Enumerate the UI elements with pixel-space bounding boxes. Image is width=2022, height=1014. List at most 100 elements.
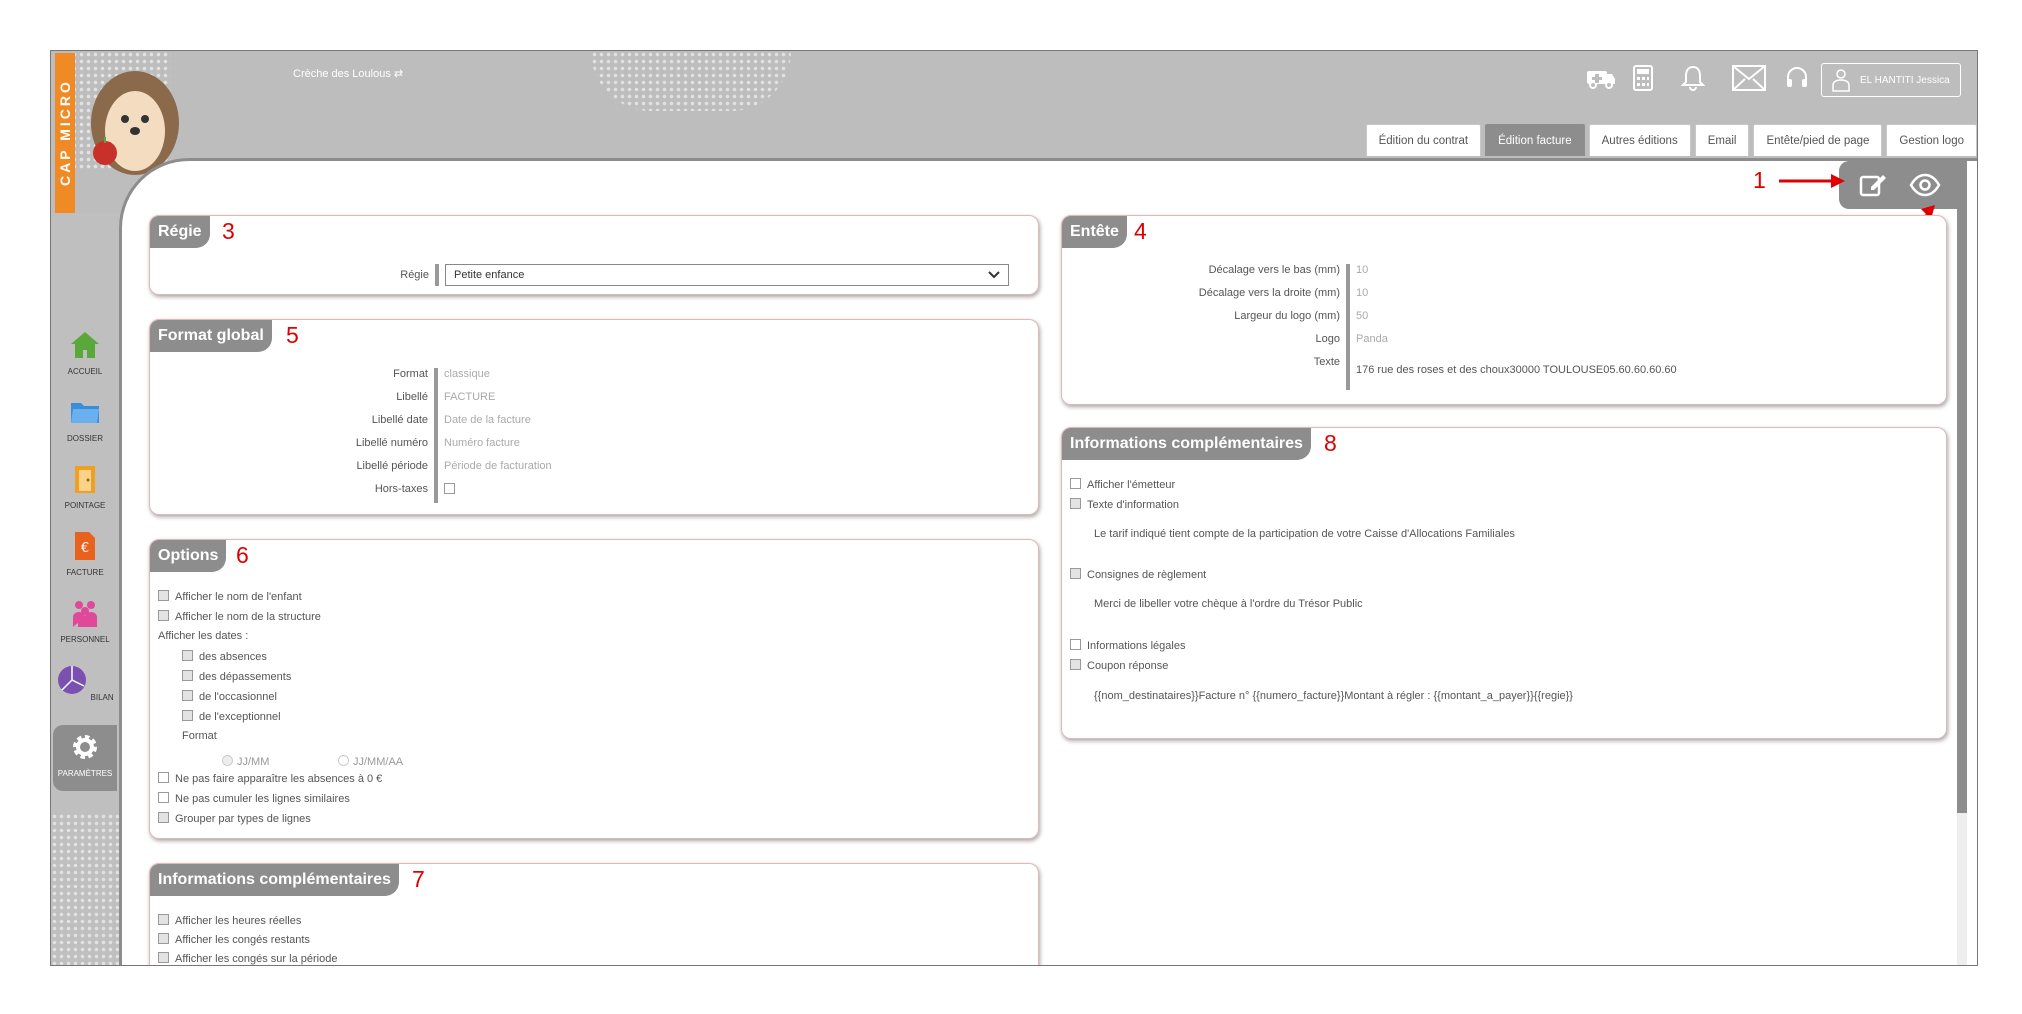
option-legales[interactable]: Informations légales [1070,639,1185,652]
option-label: Afficher les congés restants [175,934,310,946]
field-label: Texte [1313,356,1340,368]
sidebar-item-bilan[interactable]: BILAN [53,658,117,722]
mail-icon[interactable] [1731,65,1767,95]
sidebar-item-label: PERSONNEL [60,635,110,644]
svg-text:€: € [81,541,89,556]
tab-autres-editions[interactable]: Autres éditions [1588,124,1691,156]
checkbox[interactable] [182,710,193,721]
sidebar-item-accueil[interactable]: ACCUEIL [53,323,117,387]
sidebar-item-pointage[interactable]: POINTAGE [53,457,117,521]
option-cumul[interactable]: Ne pas cumuler les lignes similaires [158,792,350,805]
decor-dots [51,813,119,965]
checkbox[interactable] [158,933,169,944]
option-structure-name[interactable]: Afficher le nom de la structure [158,610,321,623]
chevron-down-icon [988,271,1000,279]
option-group[interactable]: Grouper par types de lignes [158,812,311,825]
radio-jjmmaa[interactable]: JJ/MM/AA [338,755,403,768]
option-absences[interactable]: des absences [182,650,267,663]
option-depassements[interactable]: des dépassements [182,670,291,683]
radio-jjmm[interactable]: JJ/MM [222,755,269,768]
option-emetteur[interactable]: Afficher l'émetteur [1070,478,1175,491]
sidebar-item-parametres[interactable]: PARAMÈTRES [53,725,117,791]
checkbox[interactable] [158,812,169,823]
field-bar [434,437,438,460]
ambulance-icon[interactable] [1583,65,1619,95]
headset-icon[interactable] [1779,65,1815,95]
option-texte-info[interactable]: Texte d'information [1070,498,1179,511]
annotation-number: 1 [1753,167,1766,193]
field-value: Période de facturation [444,460,552,472]
annotation-arrow-icon [1779,174,1845,188]
checkbox[interactable] [1070,659,1081,670]
tab-edition-contrat[interactable]: Édition du contrat [1365,124,1482,156]
option-coupon[interactable]: Coupon réponse [1070,659,1168,672]
option-zero-absences[interactable]: Ne pas faire apparaître les absences à 0… [158,772,382,785]
entete-row: Décalage vers le bas (mm) 10 [1062,264,1368,287]
checkbox[interactable] [158,590,169,601]
option-consignes[interactable]: Consignes de règlement [1070,568,1206,581]
tab-gestion-logo[interactable]: Gestion logo [1886,124,1977,156]
checkbox[interactable] [158,772,169,783]
checkbox[interactable] [182,690,193,701]
hors-taxes-checkbox[interactable] [444,483,455,494]
panel-title: Options [150,540,227,572]
checkbox[interactable] [1070,639,1081,650]
format-label: Format [182,730,217,742]
home-icon [71,332,99,358]
checkbox[interactable] [158,952,169,963]
tab-entete-pied[interactable]: Entête/pied de page [1753,124,1883,156]
checkbox[interactable] [1070,498,1081,509]
checkbox[interactable] [1070,568,1081,579]
coupon-value: {{nom_destinataires}}Facture n° {{numero… [1094,690,1573,702]
app-window: CAP MICRO Crèche des Loulous ⇄ EL HANTIT… [50,50,1978,966]
option-conges-restants[interactable]: Afficher les congés restants [158,933,310,946]
checkbox[interactable] [158,792,169,803]
sidebar-item-facture[interactable]: € FACTURE [53,524,117,588]
entete-row: Décalage vers la droite (mm) 10 [1062,287,1368,310]
option-child-name[interactable]: Afficher le nom de l'enfant [158,590,302,603]
option-label: JJ/MM/AA [353,756,404,768]
format-row: Libellé numéro Numéro facture [150,437,520,460]
checkbox[interactable] [182,650,193,661]
radio[interactable] [338,755,349,766]
sidebar-item-personnel[interactable]: PERSONNEL [53,591,117,655]
entete-panel: Entête 4 Décalage vers le bas (mm) 10 Déc… [1061,215,1947,405]
tab-email[interactable]: Email [1694,124,1750,156]
checkbox[interactable] [182,670,193,681]
entete-row: Largeur du logo (mm) 50 [1062,310,1368,333]
sidebar-item-dossier[interactable]: DOSSIER [53,390,117,454]
creche-selector[interactable]: Crèche des Loulous ⇄ [293,67,403,80]
option-label: Grouper par types de lignes [175,813,311,825]
option-label: Afficher l'émetteur [1087,479,1176,491]
option-label: Afficher le nom de la structure [175,611,321,623]
field-bar [1346,264,1350,287]
option-exceptionnel[interactable]: de l'exceptionnel [182,710,281,723]
option-label: Ne pas faire apparaître les absences à 0… [175,773,383,785]
scrollbar-thumb[interactable] [1957,201,1967,813]
checkbox[interactable] [1070,478,1081,489]
field-bar [434,414,438,437]
checkbox[interactable] [158,914,169,925]
field-label: Hors-taxes [374,483,428,495]
field-label: Libellé période [356,460,428,472]
user-menu-button[interactable]: EL HANTITI Jessica [1821,63,1961,97]
format-panel: Format global 5 Format classique Libellé F… [149,319,1039,515]
info-panel-left: Informations complémentaires 7 Afficher … [149,863,1039,965]
calculator-icon[interactable] [1625,65,1661,95]
field-label: Libellé date [371,414,428,426]
annotation-number: 7 [412,866,425,892]
dates-label: Afficher les dates : [158,630,249,642]
option-occasionnel[interactable]: de l'occasionnel [182,690,277,703]
field-bar [1346,333,1350,356]
option-conges-periode[interactable]: Afficher les congés sur la période [158,952,337,965]
checkbox[interactable] [158,610,169,621]
user-icon [1832,69,1850,92]
tab-edition-facture[interactable]: Édition facture [1485,124,1585,156]
sidebar-item-label: POINTAGE [64,501,106,510]
preview-eye-icon[interactable] [1909,173,1941,197]
regie-select[interactable]: Petite enfance [445,264,1009,286]
bell-icon[interactable] [1675,65,1711,95]
radio[interactable] [222,755,233,766]
edit-icon[interactable] [1859,171,1887,199]
option-heures-reelles[interactable]: Afficher les heures réelles [158,914,301,927]
